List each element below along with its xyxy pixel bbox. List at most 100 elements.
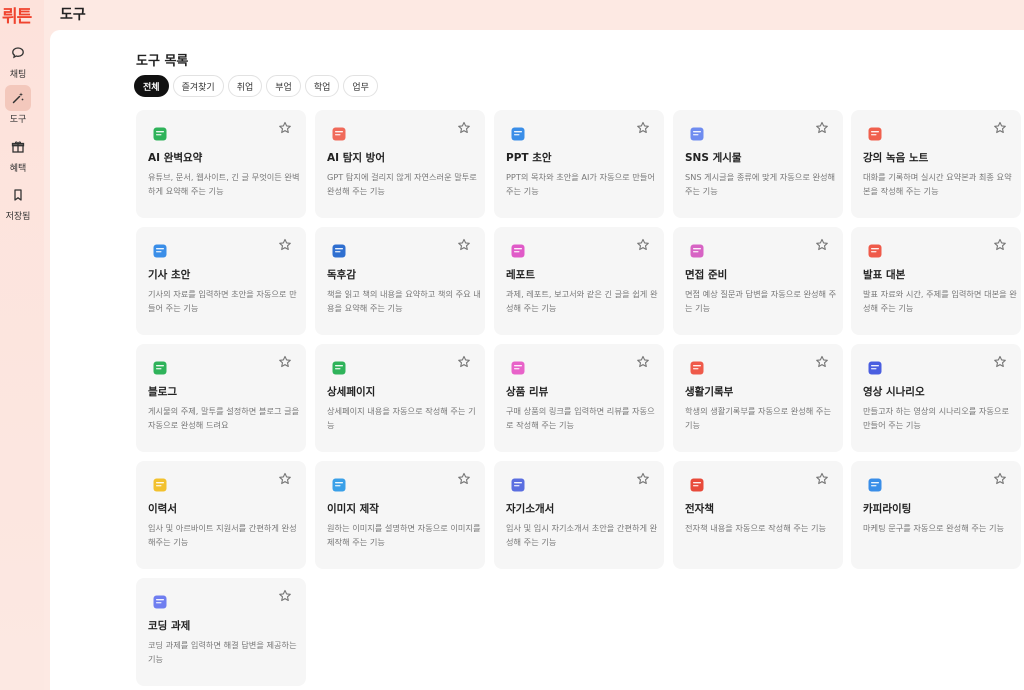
tool-card[interactable]: 영상 시나리오만들고자 하는 영상의 시나리오를 자동으로 만들어 주는 기능 [851, 344, 1021, 452]
tool-card-title: SNS 게시물 [685, 152, 742, 164]
filter-chip-all[interactable]: 전체 [134, 75, 169, 97]
nav-label-benefits: 혜택 [9, 164, 27, 174]
briefcase-icon [687, 241, 707, 261]
tool-card[interactable]: 상품 리뷰구매 상품의 링크를 입력하면 리뷰를 자동으로 작성해 주는 기능 [494, 344, 664, 452]
filter-chip-job[interactable]: 취업 [227, 75, 263, 97]
favorite-star-icon[interactable] [993, 120, 1009, 136]
tool-card[interactable]: 독후감 책을 읽고 책의 내용을 요약하고 책의 주요 내용을 요약해 주는 기능 [315, 227, 485, 335]
webpage-icon [329, 358, 349, 378]
video-icon [865, 358, 885, 378]
tool-card[interactable]: 상세페이지 상세페이지 내용을 자동으로 작성해 주는 기능 [315, 344, 485, 452]
image-icon [329, 475, 349, 495]
favorite-star-icon[interactable] [457, 354, 473, 370]
tool-card-title: 자기소개서 [506, 503, 555, 515]
bookmark-icon [5, 182, 31, 208]
tool-card-title: 이력서 [148, 503, 177, 515]
tool-card-description: 입사 및 아르바이트 지원서를 간편하게 완성해주는 기능 [148, 523, 297, 547]
tool-card[interactable]: 발표 대본 발표 자료와 시간, 주제를 입력하면 대본을 완성해 주는 기능 [851, 227, 1021, 335]
tool-card[interactable]: 면접 준비 면접 예상 질문과 답변을 자동으로 완성해 주는 기능 [673, 227, 843, 335]
tool-card-title: 기사 초안 [148, 269, 191, 281]
tool-card-description: 마케팅 문구를 자동으로 완성해 주는 기능 [863, 523, 1005, 533]
gift-icon [5, 134, 31, 160]
tool-card-description: 만들고자 하는 영상의 시나리오를 자동으로 만들어 주는 기능 [863, 406, 1009, 430]
favorite-star-icon[interactable] [993, 237, 1009, 253]
tool-card[interactable]: 블로그 게시물의 주제, 말투를 설정하면 블로그 글을 자동으로 완성해 드려요 [136, 344, 306, 452]
tool-card[interactable]: 생활기록부학생의 생활기록부를 자동으로 완성해 주는 기능 [673, 344, 843, 452]
sidebar: 뤼튼 채팅 도구 혜택 저장됨 [0, 0, 44, 690]
favorite-star-icon[interactable] [815, 237, 831, 253]
tool-card-description: 원하는 이미지를 설명하면 자동으로 이미지를 제작해 주는 기능 [327, 523, 481, 547]
tool-card[interactable]: 기사 초안 기사의 자료를 입력하면 초안을 자동으로 만들어 주는 기능 [136, 227, 306, 335]
tool-card[interactable]: 강의 녹음 노트 대화를 기록하며 실시간 요약본과 최종 요약본을 작성해 주는… [851, 110, 1021, 218]
favorite-star-icon[interactable] [278, 237, 294, 253]
tool-card-title: AI 완벽요약 [148, 152, 203, 164]
report-icon [508, 241, 528, 261]
tool-card-title: 영상 시나리오 [863, 386, 925, 398]
tool-card-title: 상품 리뷰 [506, 386, 549, 398]
filter-chip-study[interactable]: 학업 [304, 75, 340, 97]
tool-card-description: 코딩 과제를 입력하면 해결 답변을 제공하는 기능 [148, 640, 297, 664]
tool-card-description: 학생의 생활기록부를 자동으로 완성해 주는 기능 [685, 406, 831, 430]
tool-card[interactable]: SNS 게시물 SNS 게시글을 종류에 맞게 자동으로 완성해 주는 기능 [673, 110, 843, 218]
favorite-star-icon[interactable] [457, 120, 473, 136]
tool-card[interactable]: PPT 초안 PPT의 목차와 초안을 AI가 자동으로 만들어 주는 기능 [494, 110, 664, 218]
favorite-star-icon[interactable] [278, 588, 294, 604]
tool-card-description: 책을 읽고 책의 내용을 요약하고 책의 주요 내용을 요약해 주는 기능 [327, 289, 481, 313]
tool-card[interactable]: AI 탐지 방어 GPT 탐지에 걸리지 않게 자연스러운 말투로 완성해 주는 … [315, 110, 485, 218]
tool-card[interactable]: 자기소개서입사 및 입시 자기소개서 초안을 간편하게 완성해 주는 기능 [494, 461, 664, 569]
tool-card-description: 입사 및 입시 자기소개서 초안을 간편하게 완성해 주는 기능 [506, 523, 658, 547]
filter-chip-side-job[interactable]: 부업 [266, 75, 301, 97]
tool-card[interactable]: 이미지 제작원하는 이미지를 설명하면 자동으로 이미지를 제작해 주는 기능 [315, 461, 485, 569]
favorite-star-icon[interactable] [636, 237, 652, 253]
favorite-star-icon[interactable] [636, 354, 652, 370]
newspaper-icon [150, 241, 170, 261]
nav-label-chat: 채팅 [9, 70, 27, 80]
nav-item-benefits[interactable]: 혜택 [4, 134, 32, 178]
tool-card[interactable]: 전자책 전자책 내용을 자동으로 작성해 주는 기능 [673, 461, 843, 569]
favorite-star-icon[interactable] [993, 354, 1009, 370]
tool-card-description: 유튜브, 문서, 웹사이트, 긴 글 무엇이든 완벽하게 요약해 주는 기능 [148, 172, 300, 196]
chat-bubble-icon [5, 40, 31, 66]
favorite-star-icon[interactable] [457, 237, 473, 253]
tool-card[interactable]: 카피라이팅마케팅 문구를 자동으로 완성해 주는 기능 [851, 461, 1021, 569]
blog-icon [150, 358, 170, 378]
favorite-star-icon[interactable] [636, 120, 652, 136]
app-logo[interactable]: 뤼튼 [2, 2, 42, 27]
tool-card-description: 전자책 내용을 자동으로 작성해 주는 기능 [685, 523, 827, 533]
tool-card-title: 상세페이지 [327, 386, 376, 398]
book-icon [329, 241, 349, 261]
tool-card-description: 과제, 레포트, 보고서와 같은 긴 글을 쉽게 완성해 주는 기능 [506, 289, 658, 313]
favorite-star-icon[interactable] [457, 471, 473, 487]
pen-icon [865, 475, 885, 495]
tool-card-title: AI 탐지 방어 [327, 152, 385, 164]
nav-item-tools[interactable]: 도구 [4, 85, 32, 129]
tool-card-description: 구매 상품의 링크를 입력하면 리뷰를 자동으로 작성해 주는 기능 [506, 406, 655, 430]
favorite-star-icon[interactable] [278, 471, 294, 487]
tool-card-description: SNS 게시글을 종류에 맞게 자동으로 완성해 주는 기능 [685, 172, 836, 196]
profile-doc-icon [508, 475, 528, 495]
nav-item-chat[interactable]: 채팅 [4, 40, 32, 84]
favorite-star-icon[interactable] [815, 471, 831, 487]
tool-card-title: 생활기록부 [685, 386, 734, 398]
tool-card-title: 카피라이팅 [863, 503, 912, 515]
nav-item-saved[interactable]: 저장됨 [4, 182, 32, 226]
tool-card[interactable]: 코딩 과제 코딩 과제를 입력하면 해결 답변을 제공하는 기능 [136, 578, 306, 686]
favorite-star-icon[interactable] [815, 354, 831, 370]
filter-chip-work[interactable]: 업무 [343, 75, 378, 97]
filter-chip-favorites[interactable]: 즐겨찾기 [172, 75, 224, 97]
filter-tabs: 전체 즐겨찾기 취업 부업 학업 업무 [134, 75, 378, 97]
tool-card[interactable]: 이력서입사 및 아르바이트 지원서를 간편하게 완성해주는 기능 [136, 461, 306, 569]
favorite-star-icon[interactable] [278, 120, 294, 136]
favorite-star-icon[interactable] [815, 120, 831, 136]
tool-card-title: 이미지 제작 [327, 503, 379, 515]
section-title: 도구 목록 [136, 54, 189, 69]
nav-label-tools: 도구 [9, 115, 27, 125]
favorite-star-icon[interactable] [278, 354, 294, 370]
tool-card[interactable]: AI 완벽요약유튜브, 문서, 웹사이트, 긴 글 무엇이든 완벽하게 요약해 … [136, 110, 306, 218]
favorite-star-icon[interactable] [636, 471, 652, 487]
ebook-icon [687, 475, 707, 495]
favorite-star-icon[interactable] [993, 471, 1009, 487]
code-window-icon [150, 592, 170, 612]
tool-card-title: 레포트 [506, 269, 535, 281]
tool-card[interactable]: 레포트과제, 레포트, 보고서와 같은 긴 글을 쉽게 완성해 주는 기능 [494, 227, 664, 335]
